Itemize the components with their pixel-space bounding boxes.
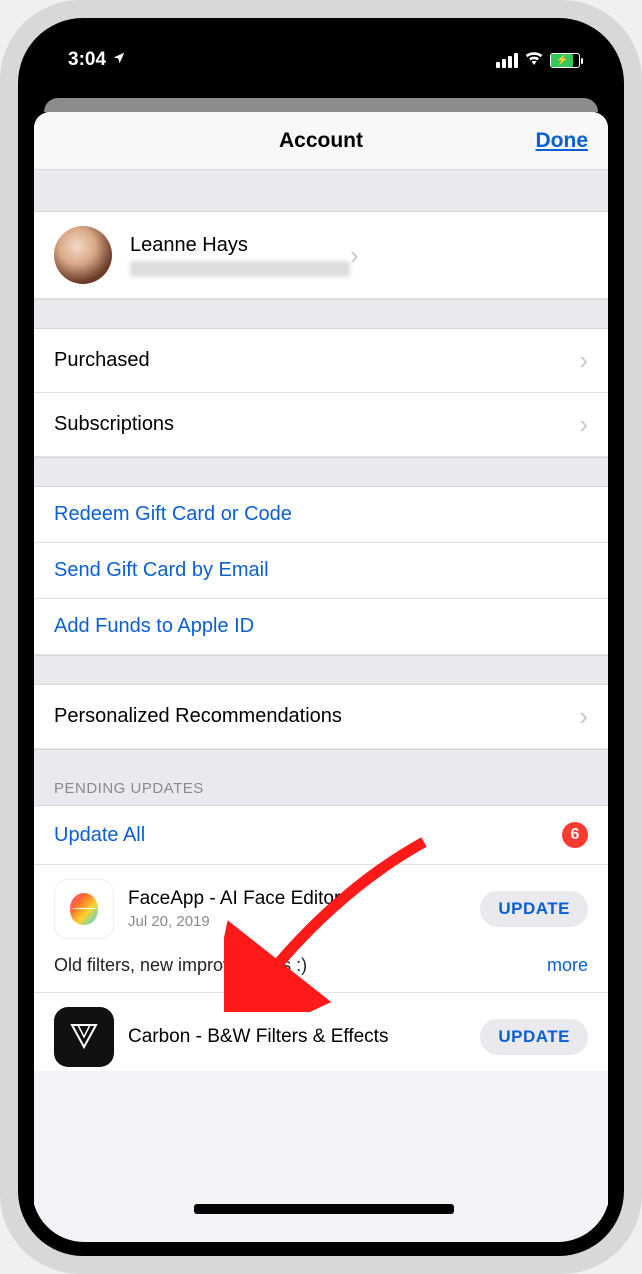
account-sheet: Account Done Leanne Hays › Purchased › <box>34 112 608 1242</box>
more-link[interactable]: more <box>547 955 588 976</box>
row-label: Purchased <box>54 349 579 372</box>
device-bezel: 3:04 ⚡ <box>18 18 624 1256</box>
profile-email-blurred <box>130 261 350 277</box>
section-gap <box>34 457 608 487</box>
section-gap <box>34 299 608 329</box>
redeem-gift-row[interactable]: Redeem Gift Card or Code <box>34 487 608 543</box>
pending-count-badge: 6 <box>562 822 588 848</box>
app-name: FaceApp - AI Face Editor <box>128 888 466 911</box>
redaction-bar <box>194 1204 454 1214</box>
app-date: Jul 20, 2019 <box>128 913 466 930</box>
row-label: Personalized Recommendations <box>54 705 579 728</box>
avatar <box>54 226 112 284</box>
update-button[interactable]: UPDATE <box>480 891 588 927</box>
page-title: Account <box>279 129 363 153</box>
battery-icon: ⚡ <box>550 53 580 68</box>
notch <box>206 32 436 68</box>
device-frame: 3:04 ⚡ <box>0 0 642 1274</box>
chevron-right-icon: › <box>579 345 588 376</box>
personalized-row[interactable]: Personalized Recommendations › <box>34 685 608 749</box>
chevron-right-icon: › <box>579 701 588 732</box>
wifi-icon <box>524 49 544 71</box>
row-label: Send Gift Card by Email <box>54 559 588 582</box>
row-label: Subscriptions <box>54 413 579 436</box>
pending-updates-header: PENDING UPDATES <box>34 749 608 805</box>
app-icon <box>54 1007 114 1067</box>
update-all-label: Update All <box>54 824 145 847</box>
section-gap <box>34 655 608 685</box>
cellular-signal-icon <box>496 53 518 68</box>
add-funds-row[interactable]: Add Funds to Apple ID <box>34 599 608 655</box>
app-name: Carbon - B&W Filters & Effects <box>128 1026 466 1049</box>
section-gap <box>34 170 608 212</box>
purchased-row[interactable]: Purchased › <box>34 329 608 393</box>
app-row-carbon[interactable]: Carbon - B&W Filters & Effects UPDATE <box>34 993 608 1071</box>
subscriptions-row[interactable]: Subscriptions › <box>34 393 608 457</box>
chevron-right-icon: › <box>350 240 359 271</box>
update-button[interactable]: UPDATE <box>480 1019 588 1055</box>
row-label: Add Funds to Apple ID <box>54 615 588 638</box>
app-row-faceapp[interactable]: FaceApp - AI Face Editor Jul 20, 2019 UP… <box>34 865 608 993</box>
profile-name: Leanne Hays <box>130 234 350 257</box>
row-label: Redeem Gift Card or Code <box>54 503 588 526</box>
update-all-row[interactable]: Update All 6 <box>34 805 608 865</box>
send-gift-row[interactable]: Send Gift Card by Email <box>34 543 608 599</box>
screen: 3:04 ⚡ <box>32 32 610 1242</box>
profile-row[interactable]: Leanne Hays › <box>34 212 608 299</box>
app-release-notes: Old filters, new improvements :) <box>54 955 307 976</box>
status-time: 3:04 <box>68 49 106 71</box>
chevron-right-icon: › <box>579 409 588 440</box>
app-icon <box>54 879 114 939</box>
nav-bar: Account Done <box>34 112 608 170</box>
done-button[interactable]: Done <box>536 129 589 153</box>
location-arrow-icon <box>112 49 126 71</box>
sheet-underlay <box>44 98 598 112</box>
